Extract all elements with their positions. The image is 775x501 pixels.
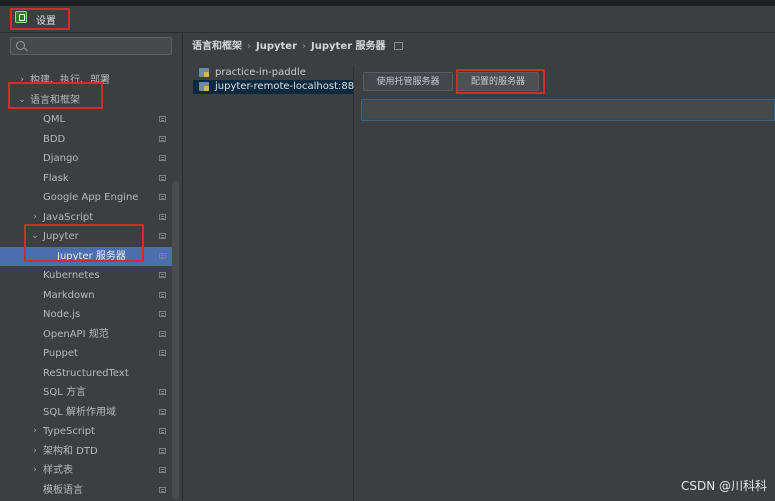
server-list-item[interactable]: practice-in-paddle (193, 66, 353, 80)
sidebar-item[interactable]: BDD (0, 130, 172, 150)
sidebar-item[interactable]: Google App Engine (0, 188, 172, 208)
project-settings-icon (159, 486, 166, 493)
server-name: jupyter-remote-localhost:8888 (215, 81, 367, 92)
project-settings-icon (159, 272, 166, 278)
sidebar-item-label: 样式表 (43, 465, 73, 476)
jupyter-server-icon (199, 82, 209, 91)
sidebar-item-label: SQL 方言 (43, 387, 86, 398)
sidebar-item[interactable]: Puppet (0, 344, 172, 364)
sidebar-item[interactable]: › 架构和 DTD (0, 442, 172, 462)
search-icon (16, 41, 25, 50)
title-bar: 设置 (0, 6, 775, 33)
project-settings-icon (159, 350, 166, 356)
server-url-input[interactable] (361, 99, 775, 121)
sidebar-item-label: JavaScript (43, 211, 94, 223)
settings-tree: › 构建、执行、部署 ⌄ 语言和框架 QML BDD Django Flask Google A… (0, 71, 172, 500)
project-settings-icon (159, 291, 166, 298)
sidebar-item[interactable]: Jupyter 服务器 (0, 246, 172, 266)
breadcrumb-item: Jupyter 服务器 (311, 41, 386, 52)
search-input[interactable] (10, 37, 172, 55)
project-settings-icon (159, 135, 166, 142)
sidebar-item[interactable]: › TypeScript (0, 422, 172, 442)
use-managed-server-button[interactable]: 使用托管服务器 (363, 72, 453, 91)
app-logo-icon (15, 11, 27, 23)
chevron-right-icon[interactable]: › (30, 461, 40, 481)
sidebar-item[interactable]: Node.js (0, 305, 172, 325)
project-settings-icon (159, 233, 166, 239)
sidebar-item-label: 模板语言 (43, 484, 83, 496)
sidebar-item-label: Node.js (43, 309, 81, 320)
chevron-down-icon[interactable]: ⌄ (30, 227, 40, 247)
chevron-right-icon[interactable]: › (17, 71, 27, 91)
project-settings-icon (393, 42, 403, 50)
sidebar-item-label: ReStructuredText (43, 367, 129, 379)
sidebar-item-label: SQL 解析作用域 (43, 406, 116, 418)
breadcrumb-item[interactable]: 语言和框架 (192, 41, 242, 52)
chevron-right-icon[interactable]: › (30, 422, 40, 442)
chevron-right-icon[interactable]: › (30, 208, 40, 228)
breadcrumb-item[interactable]: Jupyter (256, 41, 297, 52)
sidebar-item[interactable]: OpenAPI 规范 (0, 325, 172, 345)
project-settings-icon (159, 116, 166, 122)
jupyter-server-icon (199, 68, 209, 77)
settings-sidebar: › 构建、执行、部署 ⌄ 语言和框架 QML BDD Django Flask Google A… (0, 33, 183, 501)
project-settings-icon (159, 467, 166, 473)
breadcrumb-separator: › (247, 41, 251, 52)
sidebar-item-label: Kubernetes (43, 270, 100, 281)
sidebar-item[interactable]: Django (0, 149, 172, 169)
server-name: practice-in-paddle (215, 67, 306, 78)
breadcrumb-separator: › (302, 41, 307, 52)
sidebar-item[interactable]: › 样式表 (0, 461, 172, 481)
project-settings-icon (159, 408, 166, 415)
sidebar-item-label: 构建、执行、部署 (30, 75, 110, 86)
sidebar-item-label: Jupyter (43, 231, 79, 242)
sidebar-item-label: 架构和 DTD (43, 445, 98, 457)
settings-window: 设置 › 构建、执行、部署 ⌄ 语言和框架 QML BDD Django Flask Googl… (0, 0, 775, 501)
sidebar-item-label: Google App Engine (43, 192, 139, 203)
window-title: 设置 (36, 16, 56, 27)
sidebar-item[interactable]: Kubernetes (0, 266, 172, 286)
server-list: practice-in-paddle jupyter-remote-localh… (193, 66, 367, 501)
server-config-panel: 使用托管服务器 配置的服务器 (354, 66, 775, 501)
sidebar-item[interactable]: SQL 方言 (0, 383, 172, 403)
project-settings-icon (159, 213, 166, 220)
sidebar-scrollbar[interactable] (172, 181, 179, 499)
chevron-right-icon[interactable]: › (30, 442, 40, 462)
sidebar-item-label: Django (43, 153, 79, 164)
sidebar-item-label: Jupyter 服务器 (57, 250, 126, 262)
project-settings-icon (159, 330, 166, 337)
project-settings-icon (159, 447, 166, 454)
project-settings-icon (159, 389, 166, 395)
server-list-item[interactable]: jupyter-remote-localhost:8888 (193, 80, 367, 94)
sidebar-item-label: TypeScript (43, 426, 95, 437)
project-settings-icon (159, 428, 166, 434)
sidebar-item-label: Flask (43, 172, 69, 184)
breadcrumb: 语言和框架 › Jupyter › Jupyter 服务器 (192, 40, 403, 54)
sidebar-item[interactable]: › JavaScript (0, 208, 172, 228)
project-settings-icon (159, 194, 166, 200)
project-settings-icon (159, 252, 166, 259)
sidebar-item[interactable]: 模板语言 (0, 481, 172, 501)
sidebar-item[interactable]: QML (0, 110, 172, 130)
sidebar-item[interactable]: Flask (0, 169, 172, 189)
project-settings-icon (159, 311, 166, 317)
sidebar-item-label: QML (43, 114, 66, 125)
chevron-down-icon[interactable]: ⌄ (17, 91, 27, 111)
sidebar-item[interactable]: › 构建、执行、部署 (0, 71, 172, 91)
sidebar-item-label: Markdown (43, 289, 95, 301)
sidebar-item-label: 语言和框架 (30, 94, 80, 106)
sidebar-item[interactable]: Markdown (0, 286, 172, 306)
configured-server-button[interactable]: 配置的服务器 (457, 72, 539, 91)
project-settings-icon (159, 174, 166, 181)
sidebar-item-label: OpenAPI 规范 (43, 328, 109, 340)
sidebar-item[interactable]: ⌄ 语言和框架 (0, 91, 172, 111)
watermark: CSDN @川科科 (680, 479, 767, 493)
sidebar-item-label: Puppet (43, 348, 78, 359)
sidebar-item-label: BDD (43, 133, 66, 145)
project-settings-icon (159, 155, 166, 161)
sidebar-item[interactable]: ReStructuredText (0, 364, 172, 384)
sidebar-item[interactable]: SQL 解析作用域 (0, 403, 172, 423)
sidebar-item[interactable]: ⌄ Jupyter (0, 227, 172, 247)
